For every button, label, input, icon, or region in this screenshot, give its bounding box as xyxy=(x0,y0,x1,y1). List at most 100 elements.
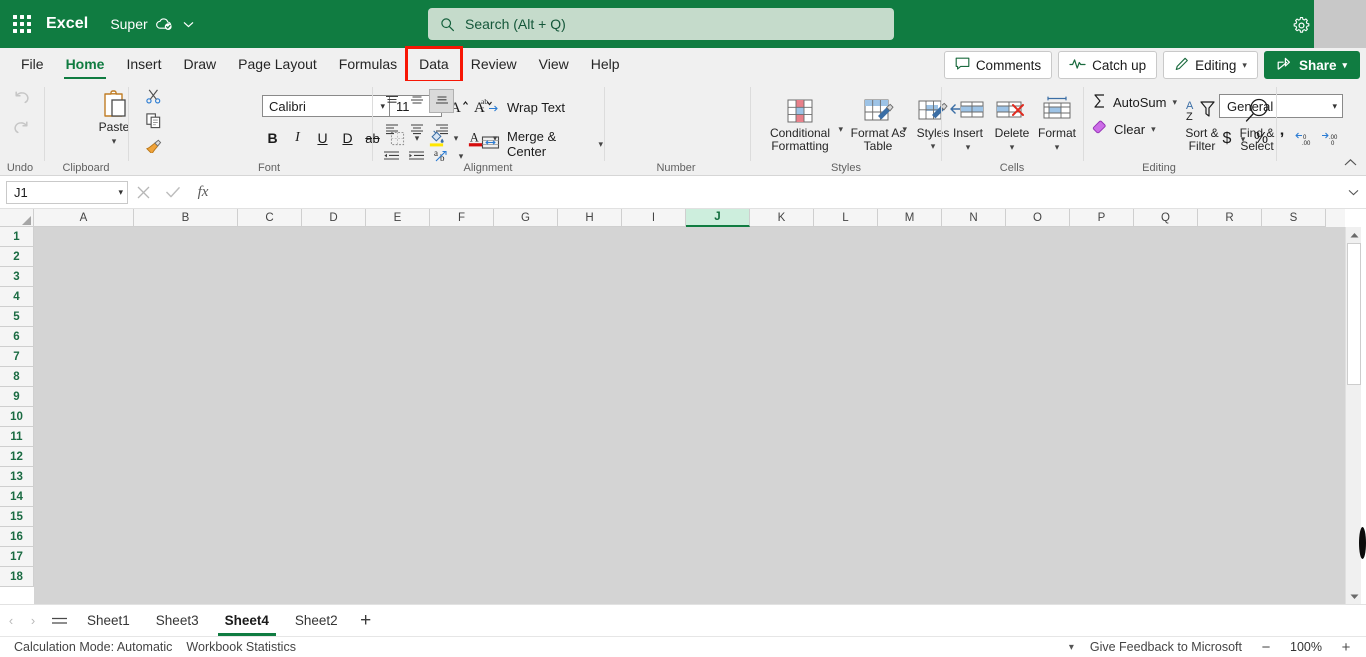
row-header-13[interactable]: 13 xyxy=(0,467,34,487)
column-header-L[interactable]: L xyxy=(814,209,878,227)
vertical-scrollbar-thumb[interactable] xyxy=(1347,243,1361,385)
sort-filter-button[interactable]: A Z Sort & Filter xyxy=(1176,87,1228,153)
delete-cells-button[interactable]: Delete ▾ xyxy=(990,87,1034,153)
row-header-16[interactable]: 16 xyxy=(0,527,34,547)
align-top-icon[interactable] xyxy=(379,89,404,113)
redo-arrow-icon[interactable] xyxy=(4,111,38,141)
search-box[interactable] xyxy=(428,8,894,40)
zoom-out-button[interactable]: − xyxy=(1258,639,1274,656)
decrease-decimal-icon[interactable]: .00 0 xyxy=(1318,125,1344,153)
share-button[interactable]: Share ▾ xyxy=(1263,51,1360,79)
increase-decimal-icon[interactable]: 0 .00 xyxy=(1292,125,1318,153)
bold-button[interactable]: B xyxy=(260,125,285,151)
zoom-level-label[interactable]: 100% xyxy=(1290,640,1322,654)
editing-button[interactable]: Editing ▾ xyxy=(1163,51,1258,79)
workbook-statistics-button[interactable]: Workbook Statistics xyxy=(186,640,296,654)
cancel-entry-button[interactable] xyxy=(128,179,158,205)
column-header-D[interactable]: D xyxy=(302,209,366,227)
app-name[interactable]: Excel xyxy=(46,15,88,33)
expand-formula-bar-chevron-down-icon[interactable] xyxy=(1340,179,1366,205)
insert-cells-button[interactable]: Insert ▾ xyxy=(946,87,990,153)
formula-input[interactable] xyxy=(218,180,1340,204)
row-header-2[interactable]: 2 xyxy=(0,247,34,267)
align-left-icon[interactable] xyxy=(379,117,404,141)
italic-button[interactable]: I xyxy=(285,125,310,151)
merge-center-button[interactable]: Merge & Center ▾ xyxy=(481,129,603,159)
format-as-table-chevron-down-icon[interactable]: ▾ xyxy=(902,124,907,135)
row-header-5[interactable]: 5 xyxy=(0,307,34,327)
column-header-S[interactable]: S xyxy=(1262,209,1326,227)
tab-view[interactable]: View xyxy=(528,49,580,80)
merge-center-chevron-down-icon[interactable]: ▾ xyxy=(598,139,603,150)
insert-function-button[interactable]: fx xyxy=(188,179,218,205)
zoom-in-button[interactable]: + xyxy=(1338,639,1354,656)
conditional-formatting-button[interactable]: Conditional Formatting ▾ xyxy=(757,87,843,153)
catch-up-button[interactable]: Catch up xyxy=(1058,51,1158,79)
column-header-P[interactable]: P xyxy=(1070,209,1134,227)
column-header-Q[interactable]: Q xyxy=(1134,209,1198,227)
tab-file[interactable]: File xyxy=(10,49,55,80)
align-middle-icon[interactable] xyxy=(404,89,429,113)
row-header-14[interactable]: 14 xyxy=(0,487,34,507)
autosum-button[interactable]: AutoSum ▾ xyxy=(1092,93,1177,112)
collapse-ribbon-chevron-up-icon[interactable] xyxy=(1340,153,1360,171)
align-center-icon[interactable] xyxy=(404,117,429,141)
column-header-J[interactable]: J xyxy=(686,209,750,227)
insert-cells-chevron-down-icon[interactable]: ▾ xyxy=(946,142,990,153)
tab-help[interactable]: Help xyxy=(580,49,631,80)
column-header-E[interactable]: E xyxy=(366,209,430,227)
row-header-15[interactable]: 15 xyxy=(0,507,34,527)
comments-button[interactable]: Comments xyxy=(943,51,1053,79)
status-options-chevron-down-icon[interactable]: ▾ xyxy=(1069,642,1074,653)
row-header-1[interactable]: 1 xyxy=(0,227,34,247)
format-cells-chevron-down-icon[interactable]: ▾ xyxy=(1034,142,1080,153)
tab-data[interactable]: Data xyxy=(405,46,463,83)
double-underline-button[interactable]: D xyxy=(335,125,360,151)
sheet-canvas[interactable] xyxy=(34,227,1345,604)
column-header-O[interactable]: O xyxy=(1006,209,1070,227)
format-as-table-button[interactable]: Format As Table ▾ xyxy=(847,87,909,153)
row-header-12[interactable]: 12 xyxy=(0,447,34,467)
tab-insert[interactable]: Insert xyxy=(115,49,172,80)
name-box[interactable]: J1 ▾ xyxy=(6,180,128,204)
delete-cells-chevron-down-icon[interactable]: ▾ xyxy=(990,142,1034,153)
tab-draw[interactable]: Draw xyxy=(172,49,227,80)
feedback-link[interactable]: Give Feedback to Microsoft xyxy=(1090,640,1242,654)
column-header-B[interactable]: B xyxy=(134,209,238,227)
font-name-input[interactable]: Calibri ▾ xyxy=(262,95,390,117)
sheet-tab-sheet4[interactable]: Sheet4 xyxy=(212,605,282,636)
column-header-C[interactable]: C xyxy=(238,209,302,227)
column-header-F[interactable]: F xyxy=(430,209,494,227)
align-bottom-icon[interactable] xyxy=(429,89,454,113)
number-format-chevron-down-icon[interactable]: ▾ xyxy=(1332,101,1337,112)
row-header-9[interactable]: 9 xyxy=(0,387,34,407)
tab-formulas[interactable]: Formulas xyxy=(328,49,408,80)
row-header-8[interactable]: 8 xyxy=(0,367,34,387)
column-header-N[interactable]: N xyxy=(942,209,1006,227)
clear-button[interactable]: Clear ▾ xyxy=(1092,120,1156,139)
sheet-tab-sheet3[interactable]: Sheet3 xyxy=(143,605,212,636)
add-sheet-plus-icon[interactable]: + xyxy=(351,608,381,634)
tab-page-layout[interactable]: Page Layout xyxy=(227,49,328,80)
scroll-down-arrow-icon[interactable] xyxy=(1346,588,1362,604)
format-cells-button[interactable]: Format ▾ xyxy=(1034,87,1080,153)
gear-icon[interactable] xyxy=(1286,10,1316,40)
wrap-text-button[interactable]: ab c Wrap Text xyxy=(481,97,565,117)
horizontal-scroll-area[interactable] xyxy=(34,590,98,604)
conditional-formatting-chevron-down-icon[interactable]: ▾ xyxy=(838,124,843,135)
document-chevron-down-icon[interactable] xyxy=(183,21,194,28)
column-header-A[interactable]: A xyxy=(34,209,134,227)
app-launcher-icon[interactable] xyxy=(12,14,32,34)
scroll-up-arrow-icon[interactable] xyxy=(1346,227,1362,243)
column-header-K[interactable]: K xyxy=(750,209,814,227)
search-input[interactable] xyxy=(465,16,882,32)
column-header-R[interactable]: R xyxy=(1198,209,1262,227)
previous-sheet-chevron-left-icon[interactable]: ‹ xyxy=(0,608,22,634)
undo-arrow-icon[interactable] xyxy=(4,81,38,111)
clear-chevron-down-icon[interactable]: ▾ xyxy=(1151,124,1156,135)
row-header-17[interactable]: 17 xyxy=(0,547,34,567)
row-header-10[interactable]: 10 xyxy=(0,407,34,427)
row-header-7[interactable]: 7 xyxy=(0,347,34,367)
select-all-corner[interactable] xyxy=(0,209,34,227)
column-header-H[interactable]: H xyxy=(558,209,622,227)
